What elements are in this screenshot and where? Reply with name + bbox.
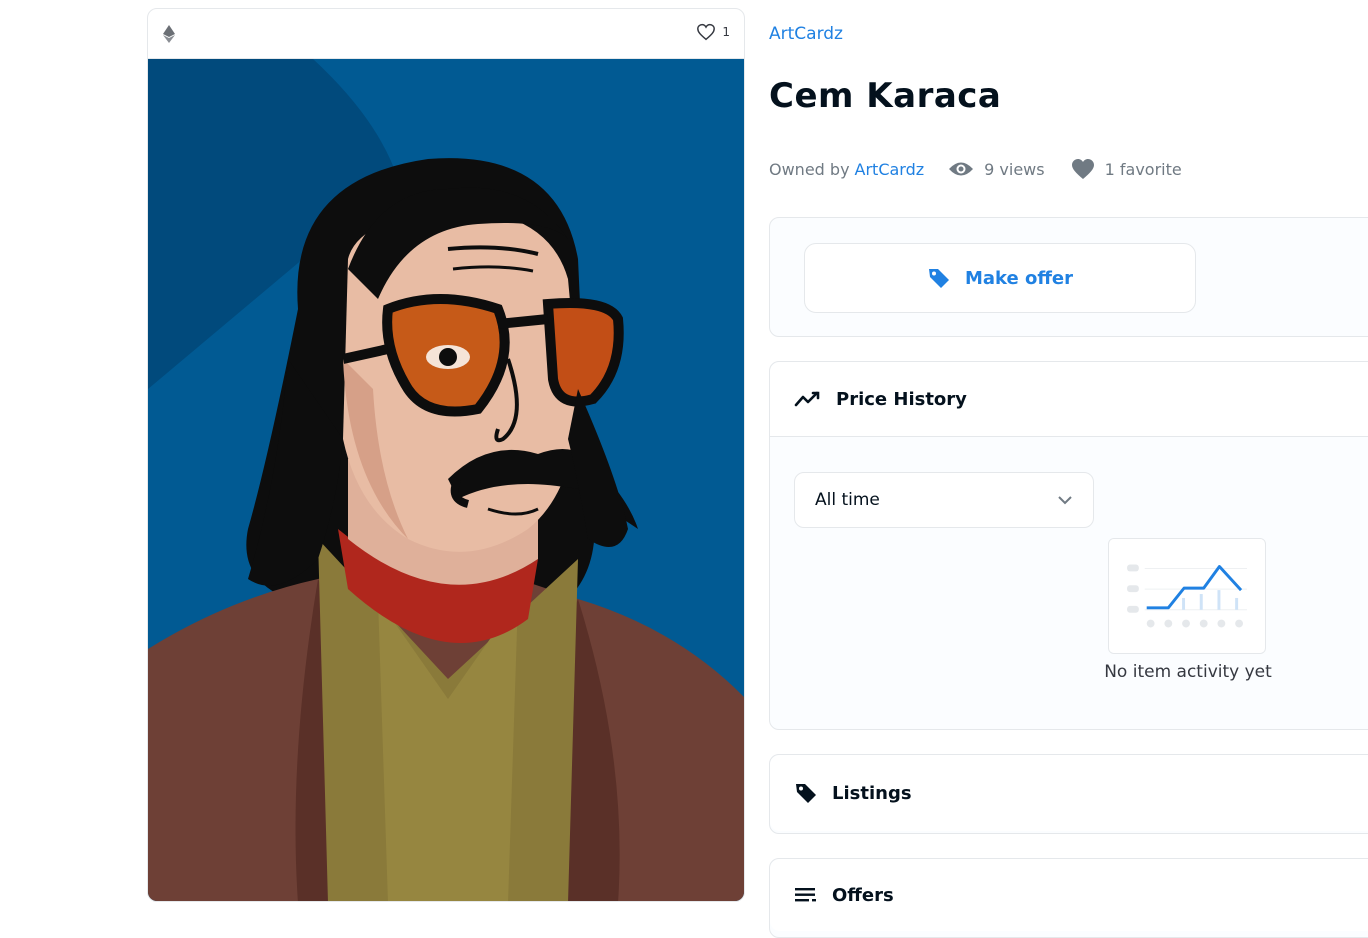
- offers-panel: Offers: [769, 858, 1368, 938]
- empty-activity-message: No item activity yet: [1104, 662, 1272, 682]
- trending-up-icon: [794, 391, 820, 407]
- offers-header[interactable]: Offers: [770, 859, 1368, 931]
- time-range-select[interactable]: All time: [794, 472, 1094, 528]
- listings-header[interactable]: Listings: [770, 755, 1368, 831]
- tag-icon: [928, 269, 949, 288]
- ethereum-icon: [163, 25, 175, 43]
- tag-icon: [796, 784, 816, 803]
- empty-chart-illustration: [1108, 538, 1266, 654]
- collection-link[interactable]: ArtCardz: [769, 24, 843, 44]
- favorite-count: 1: [722, 25, 730, 39]
- chevron-down-icon: [1058, 496, 1072, 505]
- eye-icon: [949, 162, 974, 176]
- heart-outline-icon: [697, 23, 716, 41]
- heart-icon: [1071, 159, 1094, 179]
- item-title: Cem Karaca: [769, 76, 1002, 116]
- favorite-button[interactable]: 1: [696, 23, 730, 41]
- list-icon: [795, 888, 816, 902]
- make-offer-button[interactable]: Make offer: [804, 243, 1196, 313]
- artwork-image[interactable]: [148, 59, 745, 902]
- owner-link[interactable]: ArtCardz: [855, 160, 925, 179]
- price-history-header[interactable]: Price History: [770, 362, 1368, 437]
- card-header: 1: [148, 9, 744, 59]
- price-history-title: Price History: [836, 388, 967, 410]
- make-offer-label: Make offer: [964, 267, 1074, 289]
- time-range-value: All time: [815, 490, 880, 510]
- listings-title: Listings: [832, 782, 912, 804]
- favorites-count: 1 favorite: [1104, 159, 1182, 179]
- price-history-panel: Price History All time No item activity …: [769, 361, 1368, 730]
- item-image-card: 1: [147, 8, 745, 902]
- listings-panel: Listings: [769, 754, 1368, 834]
- offer-panel: Make offer: [769, 217, 1368, 337]
- item-meta: Owned by ArtCardz 9 views 1 favorite: [769, 158, 1182, 180]
- owned-by-label: Owned by: [769, 159, 850, 179]
- views-count: 9 views: [984, 159, 1045, 179]
- offers-title: Offers: [832, 884, 894, 906]
- item-details: ArtCardz Cem Karaca Owned by ArtCardz 9 …: [769, 0, 1368, 938]
